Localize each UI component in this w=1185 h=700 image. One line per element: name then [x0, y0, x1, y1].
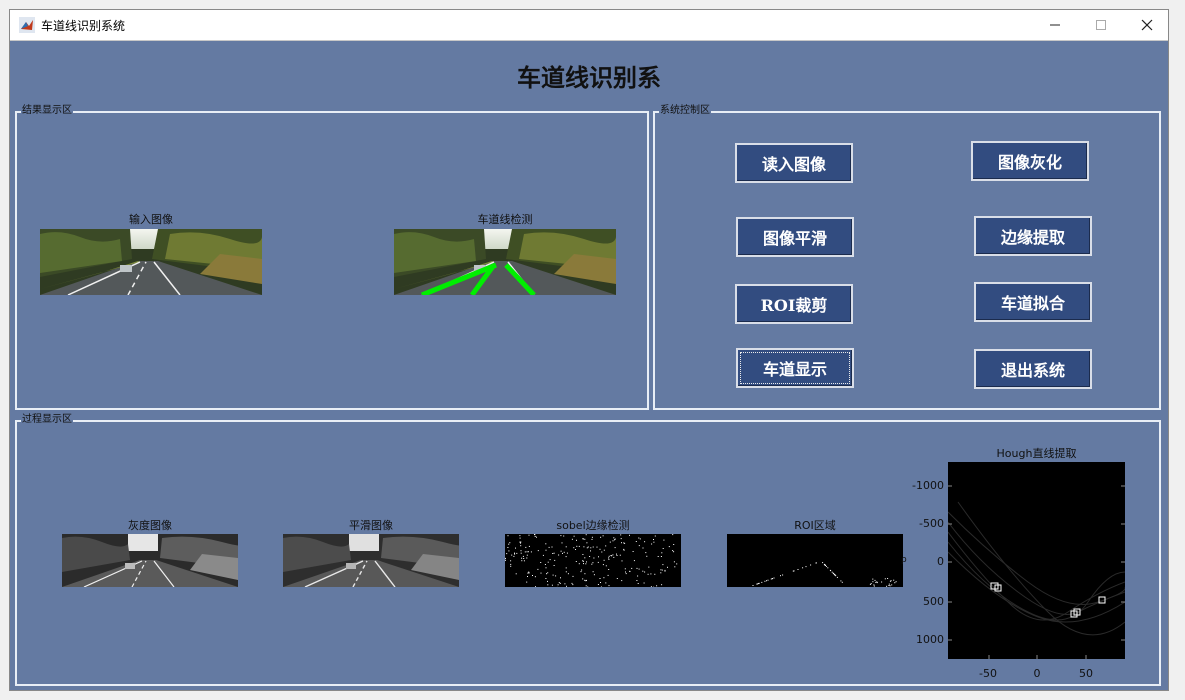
hough-x-tick: 50 — [1079, 667, 1093, 680]
hough-x-tick: -50 — [979, 667, 997, 680]
roi-image-title: ROI区域 — [794, 519, 836, 532]
exit-button[interactable]: 退出系统 — [974, 349, 1092, 389]
gray-image — [62, 534, 238, 587]
smooth-image — [283, 534, 459, 587]
read-image-button[interactable]: 读入图像 — [735, 143, 853, 183]
smooth-button[interactable]: 图像平滑 — [736, 217, 854, 257]
lane-detect-image — [394, 229, 616, 295]
lane-show-button[interactable]: 车道显示 — [736, 348, 854, 388]
sobel-image-title: sobel边缘检测 — [556, 519, 630, 532]
input-image-title: 输入图像 — [129, 213, 173, 226]
matlab-icon — [19, 17, 35, 33]
lane-fit-button[interactable]: 车道拟合 — [974, 282, 1092, 322]
hough-y-tick: 0 — [937, 555, 944, 568]
grayscale-button[interactable]: 图像灰化 — [971, 141, 1089, 181]
maximize-icon — [1096, 20, 1106, 30]
hough-y-tick: 1000 — [916, 633, 944, 646]
window-title: 车道线识别系统 — [41, 19, 126, 33]
roi-image — [727, 534, 903, 587]
page-title: 车道线识别系 — [517, 63, 661, 92]
hough-x-tick: 0 — [1033, 667, 1041, 680]
gray-image-title: 灰度图像 — [128, 519, 172, 532]
hough-y-tick: 500 — [923, 595, 944, 608]
control-panel-label: 系统控制区 — [659, 105, 711, 117]
title-bar: 车道线识别系统 — [10, 10, 1168, 41]
hough-y-tick: -1000 — [912, 479, 944, 492]
result-panel-label: 结果显示区 — [21, 105, 73, 117]
close-icon — [1141, 19, 1153, 31]
hough-y-label: ρ — [901, 555, 907, 565]
roi-crop-button[interactable]: ROI裁剪 — [735, 284, 853, 324]
maximize-button[interactable] — [1078, 10, 1124, 40]
lane-detect-title: 车道线检测 — [477, 213, 533, 226]
minimize-icon — [1050, 24, 1060, 26]
sobel-image — [505, 534, 681, 587]
smooth-image-title: 平滑图像 — [349, 519, 393, 532]
close-button[interactable] — [1124, 10, 1170, 40]
input-image — [40, 229, 262, 295]
app-window: 车道线识别系统 车道线识别系 结果显示区 输入图像 车道线检测 系统控制区 读入… — [9, 9, 1169, 691]
process-panel-label: 过程显示区 — [21, 414, 73, 426]
edge-extract-button[interactable]: 边缘提取 — [974, 216, 1092, 256]
minimize-button[interactable] — [1032, 10, 1078, 40]
hough-y-tick: -500 — [919, 517, 944, 530]
hough-title: Hough直线提取 — [996, 447, 1077, 460]
hough-plot — [948, 462, 1125, 659]
